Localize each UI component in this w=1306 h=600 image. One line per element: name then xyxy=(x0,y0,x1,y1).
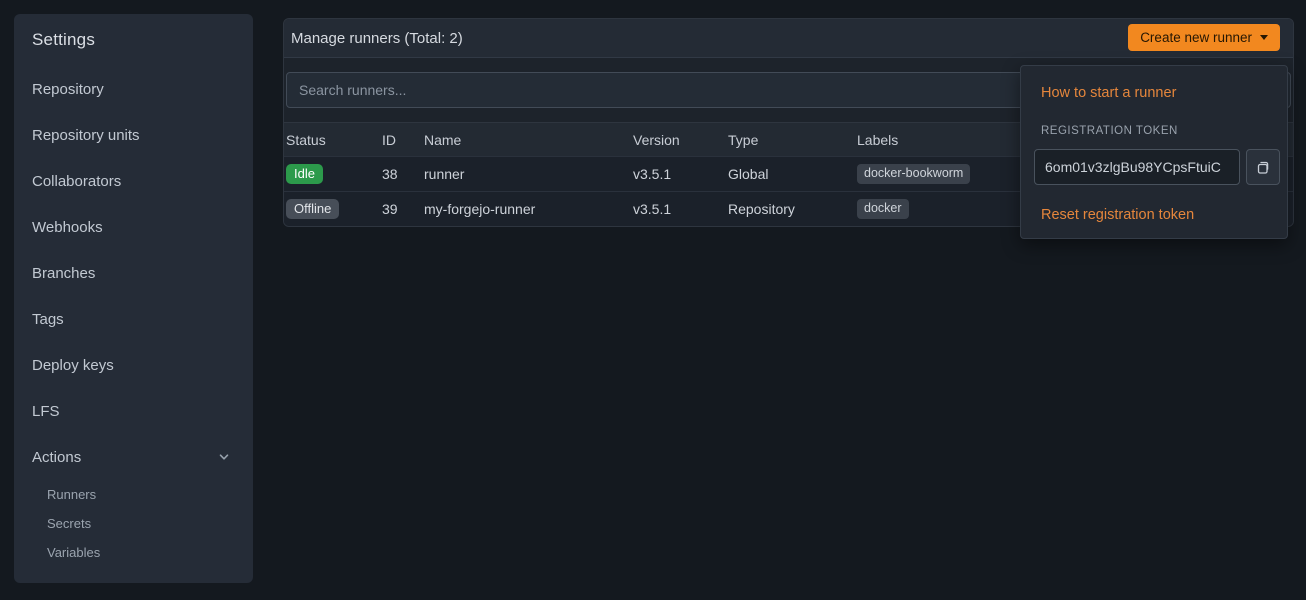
runner-id: 39 xyxy=(382,201,424,217)
registration-token-input[interactable] xyxy=(1034,149,1240,185)
sidebar-item-actions[interactable]: Actions xyxy=(32,434,235,480)
sidebar-item-repository[interactable]: Repository xyxy=(32,66,235,112)
caret-down-icon xyxy=(1260,35,1268,40)
sidebar-item-label: Repository units xyxy=(32,127,140,144)
sidebar-item-label: Tags xyxy=(32,311,64,328)
status-badge: Offline xyxy=(286,199,339,220)
column-header-version: Version xyxy=(633,132,728,148)
runner-label-chip: docker xyxy=(857,199,909,220)
runner-name: my-forgejo-runner xyxy=(424,201,633,217)
sidebar-item-collaborators[interactable]: Collaborators xyxy=(32,158,235,204)
runner-type: Global xyxy=(728,166,857,182)
sidebar-title: Settings xyxy=(32,14,235,66)
sidebar-item-label: Actions xyxy=(32,449,81,466)
sidebar-item-label: Collaborators xyxy=(32,173,121,190)
sidebar-item-webhooks[interactable]: Webhooks xyxy=(32,204,235,250)
column-header-id: ID xyxy=(382,132,424,148)
sidebar-item-branches[interactable]: Branches xyxy=(32,250,235,296)
sidebar-item-secrets[interactable]: Secrets xyxy=(32,509,235,538)
sidebar-subitem-label: Runners xyxy=(47,487,96,502)
reset-registration-token-link[interactable]: Reset registration token xyxy=(1041,207,1267,223)
page-title: Manage runners (Total: 2) xyxy=(291,30,463,47)
sidebar-item-label: Repository xyxy=(32,81,104,98)
sidebar-item-repository-units[interactable]: Repository units xyxy=(32,112,235,158)
settings-sidebar: Settings Repository Repository units Col… xyxy=(14,14,253,583)
sidebar-item-label: Deploy keys xyxy=(32,357,114,374)
registration-token-row xyxy=(1034,149,1280,185)
how-to-start-runner-link[interactable]: How to start a runner xyxy=(1041,85,1267,101)
runner-type: Repository xyxy=(728,201,857,217)
sidebar-item-variables[interactable]: Variables xyxy=(32,538,235,567)
runner-id: 38 xyxy=(382,166,424,182)
runner-version: v3.5.1 xyxy=(633,201,728,217)
status-badge: Idle xyxy=(286,164,323,185)
sidebar-subitem-label: Variables xyxy=(47,545,100,560)
sidebar-item-label: LFS xyxy=(32,403,60,420)
sidebar-subitem-label: Secrets xyxy=(47,516,91,531)
registration-token-label: REGISTRATION TOKEN xyxy=(1041,125,1267,137)
column-header-status: Status xyxy=(286,132,382,148)
runner-name: runner xyxy=(424,166,633,182)
column-header-name: Name xyxy=(424,132,633,148)
copy-icon xyxy=(1255,159,1271,175)
sidebar-item-runners[interactable]: Runners xyxy=(32,480,235,509)
create-new-runner-label: Create new runner xyxy=(1140,30,1252,45)
column-header-type: Type xyxy=(728,132,857,148)
sidebar-item-label: Webhooks xyxy=(32,219,103,236)
create-runner-dropdown: How to start a runner REGISTRATION TOKEN… xyxy=(1020,65,1288,239)
runner-version: v3.5.1 xyxy=(633,166,728,182)
panel-header: Manage runners (Total: 2) Create new run… xyxy=(284,19,1293,58)
sidebar-item-label: Branches xyxy=(32,265,95,282)
sidebar-item-tags[interactable]: Tags xyxy=(32,296,235,342)
runner-label-chip: docker-bookworm xyxy=(857,164,970,185)
sidebar-item-lfs[interactable]: LFS xyxy=(32,388,235,434)
sidebar-item-deploy-keys[interactable]: Deploy keys xyxy=(32,342,235,388)
create-new-runner-button[interactable]: Create new runner xyxy=(1128,24,1280,51)
chevron-down-icon xyxy=(217,450,231,464)
copy-token-button[interactable] xyxy=(1246,149,1280,185)
